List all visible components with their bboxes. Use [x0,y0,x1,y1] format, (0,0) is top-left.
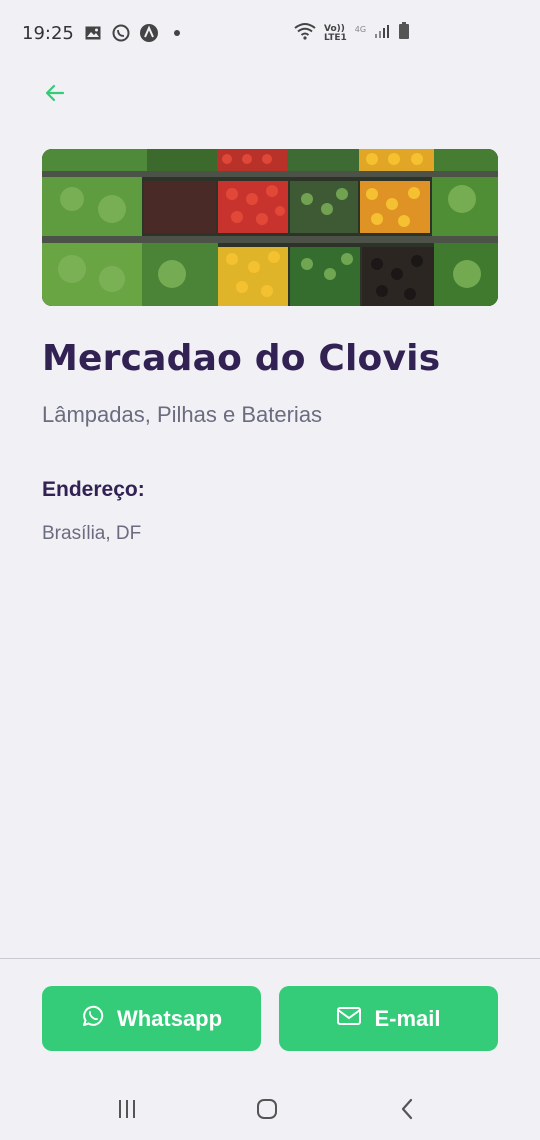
point-items: Lâmpadas, Pilhas e Baterias [42,402,323,427]
signal-icon [374,23,390,44]
app-icon [139,24,158,42]
recent-apps-button[interactable] [112,1096,142,1126]
image-icon [84,24,102,42]
email-button[interactable]: E-mail [279,986,498,1051]
system-back-button[interactable] [392,1096,422,1126]
home-icon [256,1098,278,1124]
whatsapp-icon [81,1004,105,1034]
network-label: 4G [354,25,367,34]
arrow-left-icon [43,81,67,109]
wifi-icon [294,22,316,45]
dot-icon [168,24,186,42]
status-bar: 19:25 Vo)) LTE1 4G [0,0,540,66]
whatsapp-icon [112,24,130,42]
system-nav-bar [0,1080,540,1140]
recent-apps-icon [116,1099,138,1123]
produce-shelves-illustration [42,149,498,306]
footer-divider [0,958,540,959]
address-title: Endereço: [42,478,145,501]
home-button[interactable] [252,1096,282,1126]
mail-icon [336,1005,362,1033]
status-time: 19:25 [22,22,74,44]
point-name: Mercadao do Clovis [42,338,441,379]
address-value: Brasília, DF [42,523,142,544]
whatsapp-button[interactable]: Whatsapp [42,986,261,1051]
battery-icon [398,22,410,45]
back-icon [399,1098,415,1124]
volte-icon: Vo)) LTE1 [324,24,347,43]
point-image [42,149,498,306]
email-label: E-mail [374,1005,441,1031]
whatsapp-label: Whatsapp [116,1005,223,1031]
volte-label-bottom: LTE1 [324,32,347,43]
back-button[interactable] [40,80,70,110]
